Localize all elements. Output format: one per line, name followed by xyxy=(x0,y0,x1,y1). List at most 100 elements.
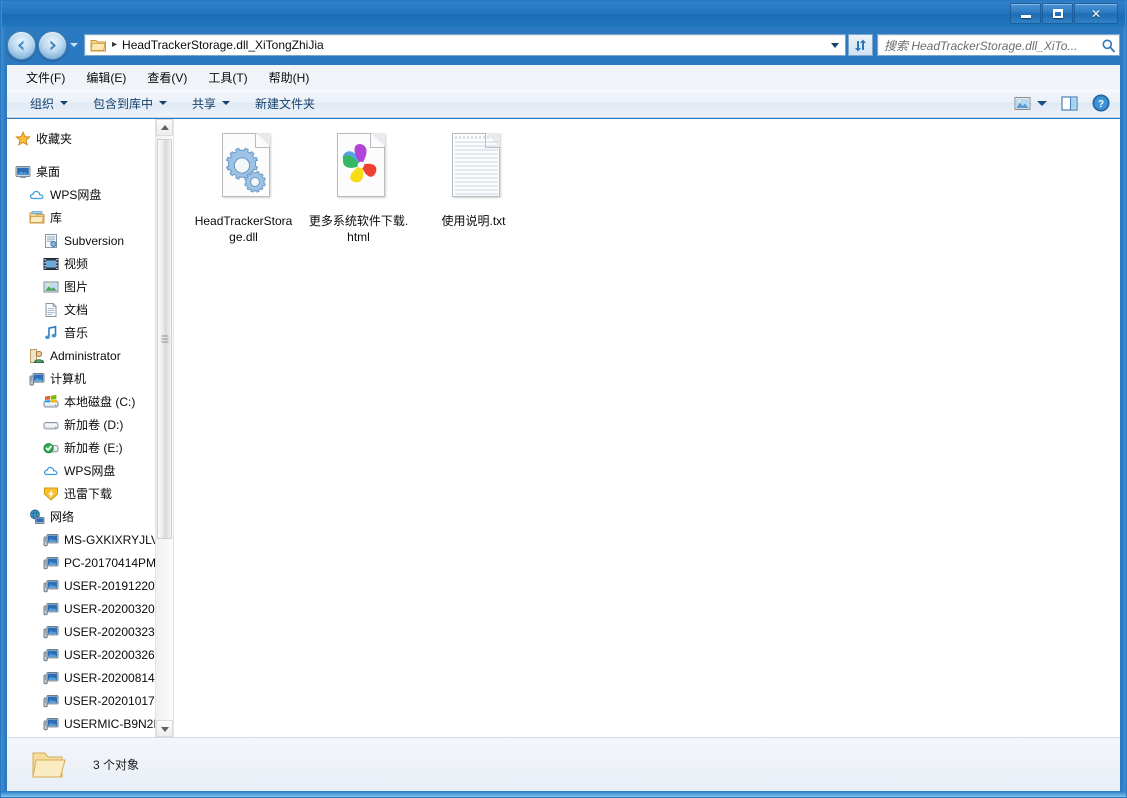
scrollbar-thumb[interactable] xyxy=(157,139,172,539)
sidebar-item-10[interactable]: 计算机 xyxy=(7,367,173,390)
title-bar: ✕ xyxy=(2,2,1125,27)
chevron-down-icon xyxy=(160,726,169,732)
forward-button[interactable] xyxy=(38,30,67,60)
sidebar-item-11[interactable]: 本地磁盘 (C:) xyxy=(7,390,173,413)
sidebar-item-12[interactable]: 新加卷 (D:) xyxy=(7,413,173,436)
folder-icon xyxy=(90,38,107,53)
organize-button[interactable]: 组织 xyxy=(21,91,77,116)
minimize-button[interactable] xyxy=(1010,3,1041,24)
sidebar-item-17[interactable]: MS-GXKIXRYJLV xyxy=(7,528,173,551)
sidebar-item-14[interactable]: WPS网盘 xyxy=(7,459,173,482)
sidebar-item-7[interactable]: 文档 xyxy=(7,298,173,321)
command-toolbar: 组织 包含到库中 共享 新建文件夹 ? xyxy=(7,89,1120,118)
chevron-down-icon xyxy=(159,101,168,105)
sidebar-item-21[interactable]: USER-20200323' xyxy=(7,620,173,643)
main-area: 收藏夹 桌面 WPS网盘库 Subversion 视频 图片 文档 音乐 Administrat… xyxy=(7,119,1120,737)
sidebar-item-25[interactable]: USERMIC-B9N2I xyxy=(7,712,173,735)
sidebar-item-label: 收藏夹 xyxy=(36,132,73,146)
sidebar-item-2[interactable]: WPS网盘 xyxy=(7,183,173,206)
file-item[interactable]: 使用说明.txt xyxy=(416,131,531,245)
sidebar-item-23[interactable]: USER-20200814, xyxy=(7,666,173,689)
sidebar-item-4[interactable]: Subversion xyxy=(7,229,173,252)
new-folder-label: 新建文件夹 xyxy=(255,96,316,111)
subversion-icon xyxy=(43,233,59,249)
nav-history-dropdown[interactable] xyxy=(67,32,81,59)
dll-gears-icon xyxy=(214,131,274,207)
sidebar-item-label: 本地磁盘 (C:) xyxy=(64,395,136,409)
sidebar-item-5[interactable]: 视频 xyxy=(7,252,173,275)
sidebar-item-label: 计算机 xyxy=(50,372,87,386)
sidebar-item-0[interactable]: 收藏夹 xyxy=(7,127,173,150)
sidebar-item-24[interactable]: USER-20201017I xyxy=(7,689,173,712)
sidebar-item-6[interactable]: 图片 xyxy=(7,275,173,298)
computer-network-icon xyxy=(43,532,59,548)
preview-pane-icon[interactable] xyxy=(1061,95,1078,111)
sidebar-item-13[interactable]: 新加卷 (E:) xyxy=(7,436,173,459)
explorer-window: ✕ ▸ HeadTrackerStorage.dll_XiTongZhiJia … xyxy=(0,0,1127,798)
refresh-button[interactable] xyxy=(848,34,873,56)
forward-arrow-icon xyxy=(50,40,56,50)
sidebar-item-18[interactable]: PC-20170414PM xyxy=(7,551,173,574)
breadcrumb-dropdown[interactable] xyxy=(827,35,843,55)
scroll-down-button[interactable] xyxy=(156,720,173,737)
sidebar-item-label: MS-GXKIXRYJLV xyxy=(64,532,159,547)
documents-icon xyxy=(43,302,59,318)
sidebar-item-19[interactable]: USER-20191220I xyxy=(7,574,173,597)
new-folder-button[interactable]: 新建文件夹 xyxy=(246,91,324,116)
sidebar-item-label: 桌面 xyxy=(36,165,61,179)
maximize-button[interactable] xyxy=(1042,3,1073,24)
menu-view[interactable]: 查看(V) xyxy=(138,66,196,89)
sidebar-item-label: 视频 xyxy=(64,257,89,271)
menu-tools[interactable]: 工具(T) xyxy=(199,66,256,89)
sidebar-item-label: 新加卷 (E:) xyxy=(64,441,123,455)
sidebar-item-label: USER-20201017I xyxy=(64,693,159,708)
sidebar-item-20[interactable]: USER-20200320( xyxy=(7,597,173,620)
search-icon xyxy=(1102,39,1115,52)
music-icon xyxy=(43,325,59,341)
computer-network-icon xyxy=(43,647,59,663)
sidebar-item-3[interactable]: 库 xyxy=(7,206,173,229)
include-in-library-label: 包含到库中 xyxy=(93,96,154,111)
user-icon xyxy=(29,348,45,364)
search-input[interactable]: 搜索 HeadTrackerStorage.dll_XiTo... xyxy=(877,34,1120,56)
computer-network-icon xyxy=(43,555,59,571)
file-item[interactable]: HeadTrackerStorage.dll xyxy=(186,131,301,245)
sidebar-item-8[interactable]: 音乐 xyxy=(7,321,173,344)
sidebar-scrollbar[interactable] xyxy=(155,119,173,737)
sidebar-item-16[interactable]: 网络 xyxy=(7,505,173,528)
back-arrow-icon xyxy=(18,40,24,50)
file-list-pane[interactable]: HeadTrackerStorage.dll 更多系统软件下载.html 使用说… xyxy=(174,119,1120,737)
back-button[interactable] xyxy=(7,30,36,60)
computer-network-icon xyxy=(43,601,59,617)
sidebar-item-label: USER-20200320( xyxy=(64,601,159,616)
share-button[interactable]: 共享 xyxy=(183,91,239,116)
window-edge-bottom xyxy=(1,791,1126,797)
sidebar-item-1[interactable]: 桌面 xyxy=(7,160,173,183)
change-view-icon[interactable] xyxy=(1014,96,1031,111)
menu-file[interactable]: 文件(F) xyxy=(17,66,74,89)
help-icon[interactable]: ? xyxy=(1092,94,1110,112)
breadcrumb-bar[interactable]: ▸ HeadTrackerStorage.dll_XiTongZhiJia xyxy=(84,34,846,56)
menu-help[interactable]: 帮助(H) xyxy=(260,66,319,89)
navigation-pane: 收藏夹 桌面 WPS网盘库 Subversion 视频 图片 文档 音乐 Administrat… xyxy=(7,119,174,737)
scroll-up-button[interactable] xyxy=(156,119,173,136)
include-in-library-button[interactable]: 包含到库中 xyxy=(84,91,176,116)
close-button[interactable]: ✕ xyxy=(1074,3,1118,24)
computer-network-icon xyxy=(43,693,59,709)
menu-edit[interactable]: 编辑(E) xyxy=(77,66,135,89)
close-icon: ✕ xyxy=(1090,6,1102,21)
file-grid: HeadTrackerStorage.dll 更多系统软件下载.html 使用说… xyxy=(186,131,1120,245)
window-controls: ✕ xyxy=(1009,3,1118,24)
sidebar-item-label: Administrator xyxy=(50,348,121,363)
sidebar-item-label: WPS网盘 xyxy=(64,464,116,478)
computer-network-icon xyxy=(43,670,59,686)
sidebar-item-label: 文档 xyxy=(64,303,89,317)
scrollbar-grip xyxy=(161,334,168,345)
view-dropdown-caret[interactable] xyxy=(1037,100,1047,106)
sidebar-item-9[interactable]: Administrator xyxy=(7,344,173,367)
file-item[interactable]: 更多系统软件下载.html xyxy=(301,131,416,245)
sidebar-item-15[interactable]: 迅雷下载 xyxy=(7,482,173,505)
sidebar-item-22[interactable]: USER-20200326' xyxy=(7,643,173,666)
computer-network-icon xyxy=(43,716,59,732)
window-edge-left xyxy=(1,1,6,797)
